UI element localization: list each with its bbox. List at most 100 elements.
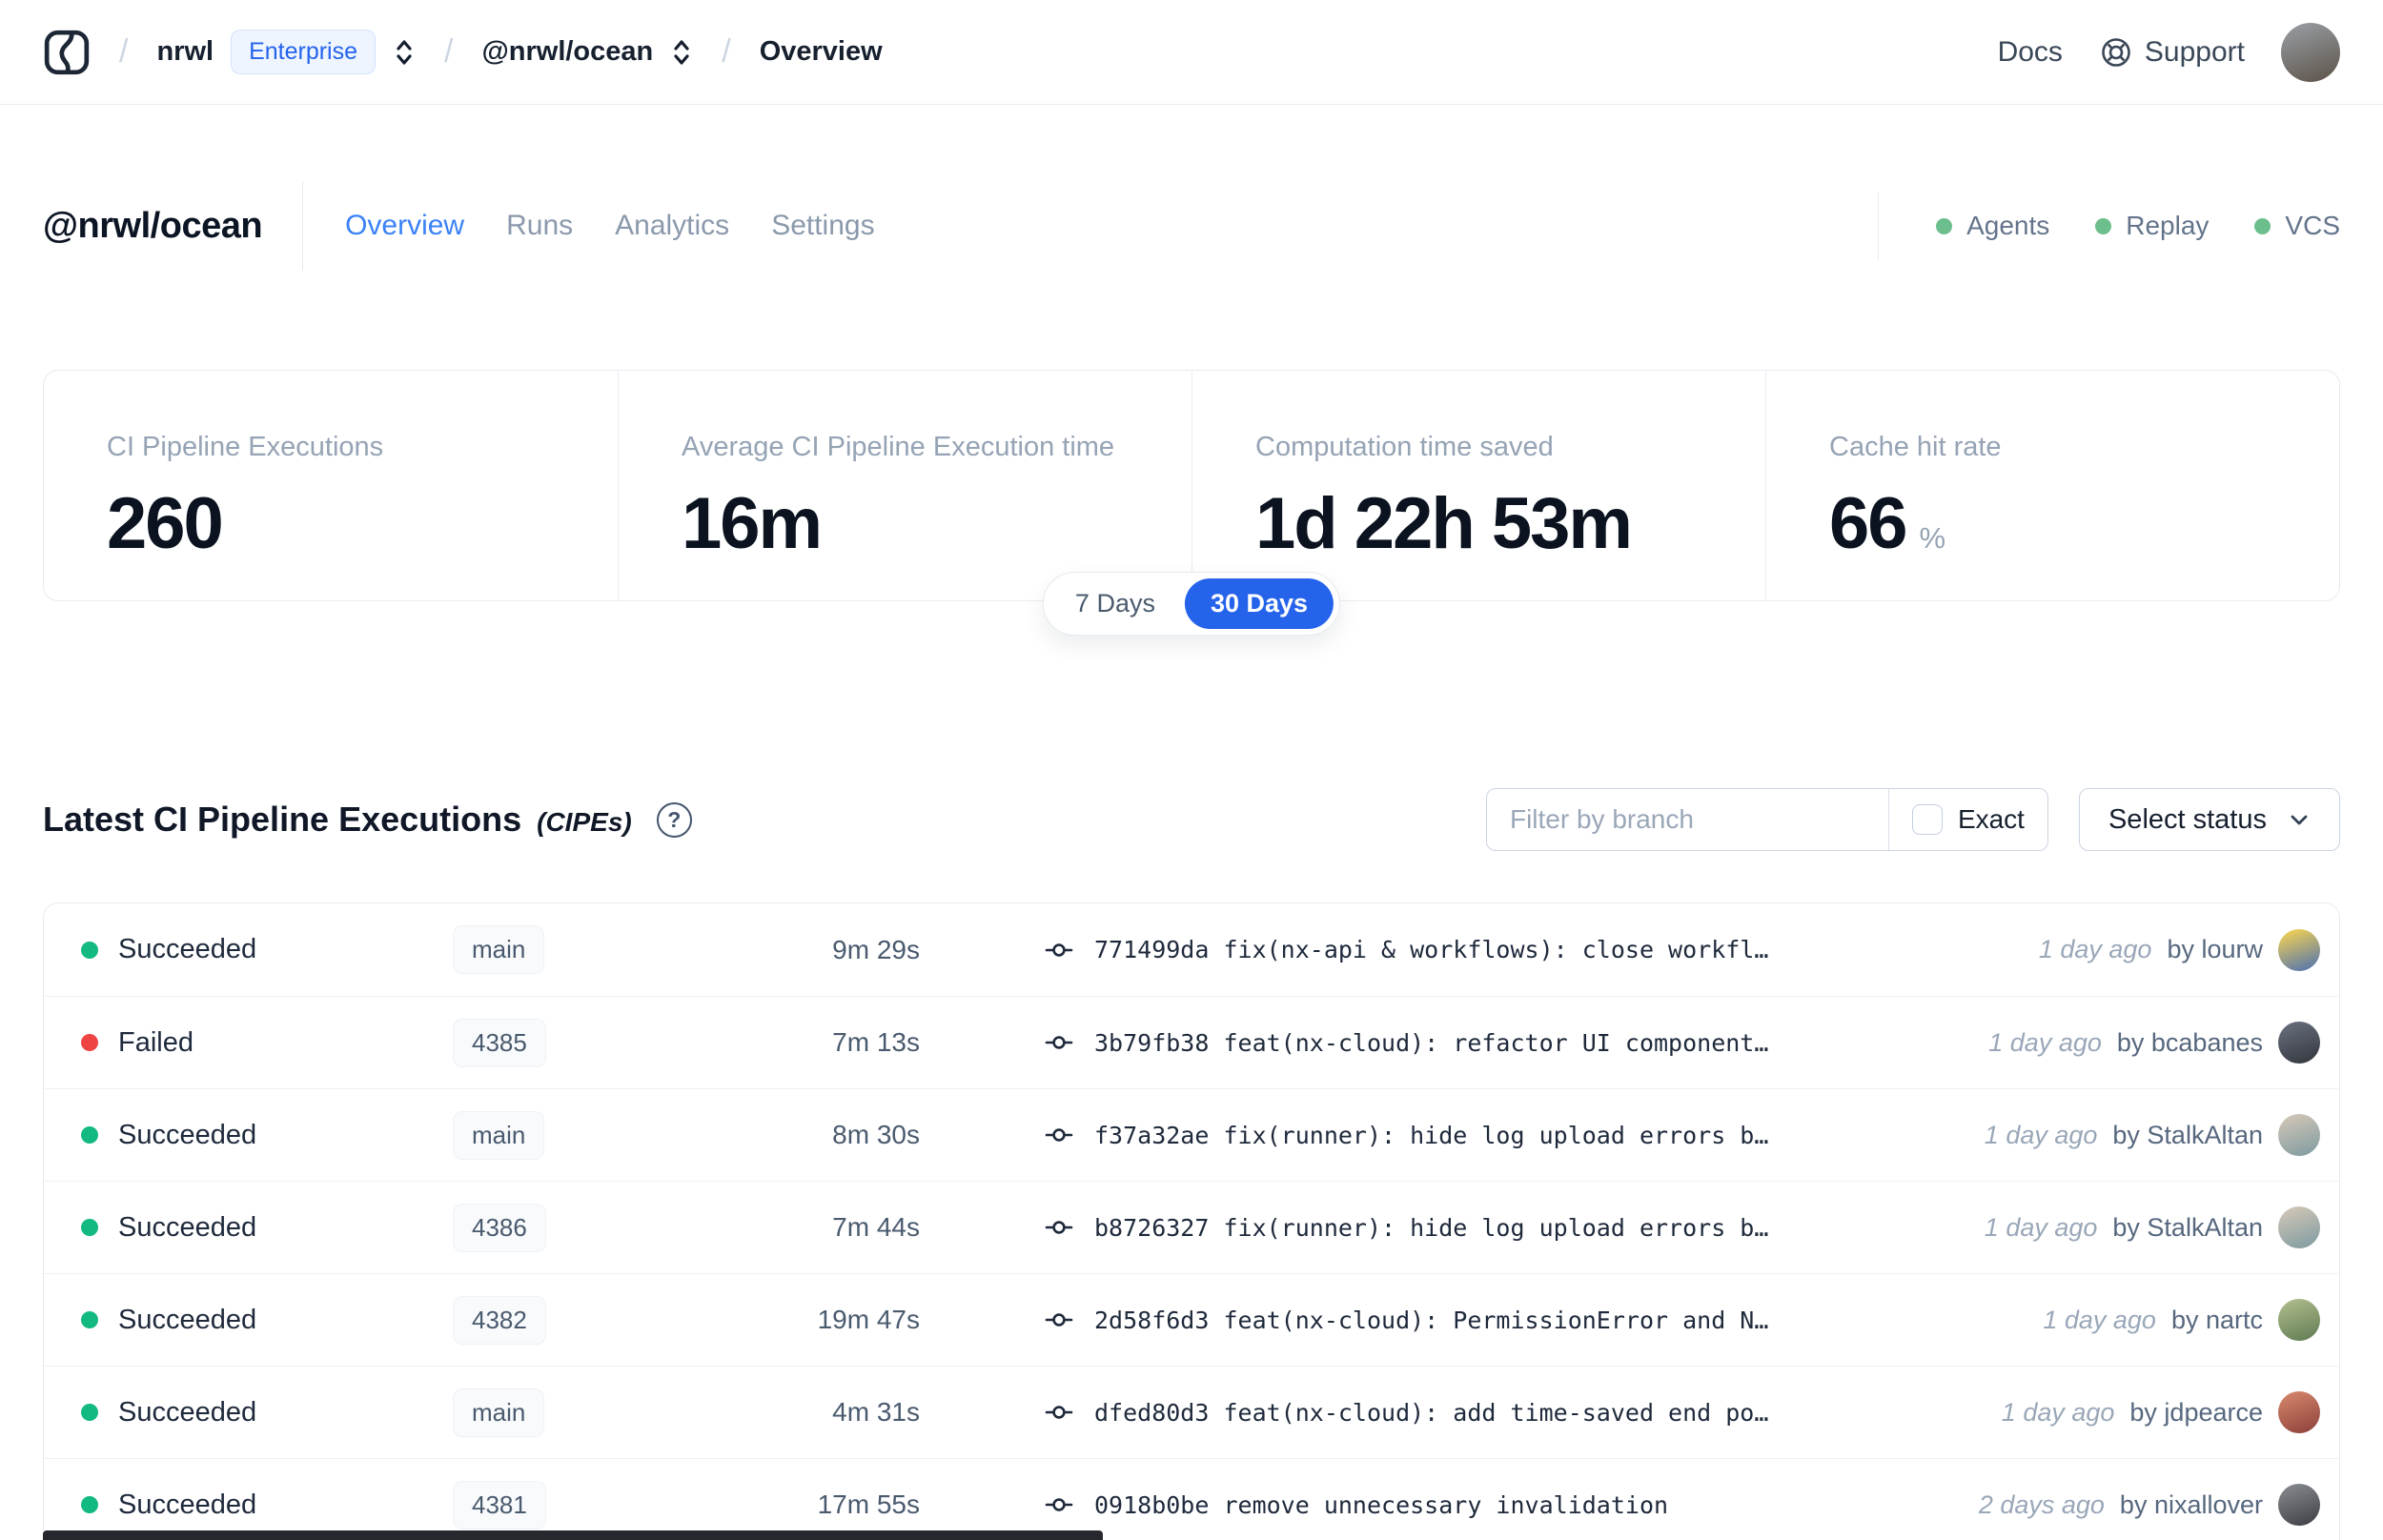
status-cell: Succeeded xyxy=(81,1489,453,1521)
support-link[interactable]: Support xyxy=(2099,35,2245,70)
enterprise-badge[interactable]: Enterprise xyxy=(231,30,377,74)
git-commit-icon xyxy=(1044,1027,1074,1058)
cipe-row[interactable]: Succeeded main 8m 30s f37a32ae fix(runner):… xyxy=(44,1088,2339,1181)
divider xyxy=(302,181,304,271)
breadcrumb-separator: / xyxy=(722,33,731,70)
git-commit-icon xyxy=(1044,1305,1074,1335)
status-cell: Succeeded xyxy=(81,1397,453,1429)
nx-cloud-overview-page: / nrwl Enterprise / @nrwl/ocean / Overvi… xyxy=(0,0,2383,1540)
commit-cell: f37a32ae fix(runner): hide log upload er… xyxy=(1044,1120,1985,1150)
stat-card-value: 16m xyxy=(682,482,1192,565)
breadcrumb-separator: / xyxy=(444,33,454,70)
meta-cell: 1 day ago by lourw xyxy=(2038,928,2320,971)
org-switcher-chevron-icon[interactable] xyxy=(393,37,416,68)
author-label: by lourw xyxy=(2167,935,2263,963)
time-ago-label: 1 day ago xyxy=(1988,1027,2102,1057)
status-label: Succeeded xyxy=(118,1489,257,1520)
status-indicators: Agents Replay VCS xyxy=(1936,211,2340,241)
duration-label: 19m 47s xyxy=(817,1305,920,1334)
commit-cell: 771499da fix(nx-api & workflows): close … xyxy=(1044,935,2039,965)
status-indicator-agents[interactable]: Agents xyxy=(1936,211,2049,241)
author-avatar xyxy=(2278,928,2320,971)
duration-label: 7m 13s xyxy=(832,1027,920,1057)
stat-card-suffix: % xyxy=(1919,521,1946,555)
top-navigation-bar: / nrwl Enterprise / @nrwl/ocean / Overvi… xyxy=(0,0,2383,105)
stat-card-number: 16m xyxy=(682,483,823,564)
commit-message: f37a32ae fix(runner): hide log upload er… xyxy=(1094,1121,1769,1149)
commit-cell: dfed80d3 feat(nx-cloud): add time-saved … xyxy=(1044,1397,2002,1428)
exact-match-control: Exact xyxy=(1889,789,2047,850)
app-logo-icon[interactable] xyxy=(43,29,91,76)
commit-message: 0918b0be remove unnecessary invalidation xyxy=(1094,1490,1669,1519)
cipe-row[interactable]: Succeeded 4382 19m 47s 2d58f6d3 feat(nx-clo… xyxy=(44,1273,2339,1366)
range-7-days[interactable]: 7 Days xyxy=(1049,578,1181,629)
workspace-switcher-chevron-icon[interactable] xyxy=(670,37,693,68)
stat-card-value: 66% xyxy=(1829,482,2339,565)
stat-card: Average CI Pipeline Execution time 16m xyxy=(618,371,1192,600)
cipe-row[interactable]: Failed 4385 7m 13s 3b79fb38 feat(nx-cloud):… xyxy=(44,996,2339,1088)
branch-cell: 4382 xyxy=(453,1295,710,1345)
cipe-row[interactable]: Succeeded main 4m 31s dfed80d3 feat(nx-clou… xyxy=(44,1366,2339,1458)
time-ago-label: 1 day ago xyxy=(2038,935,2152,963)
git-commit-icon xyxy=(1044,935,1074,965)
cipes-subtitle: (CIPEs) xyxy=(537,807,632,837)
branch-cell: 4385 xyxy=(453,1018,710,1067)
cipes-controls: Exact Select status xyxy=(1485,788,2340,851)
cipes-title-text: Latest CI Pipeline Executions xyxy=(43,800,522,839)
commit-message: 771499da fix(nx-api & workflows): close … xyxy=(1094,936,1769,963)
cipe-row[interactable]: Succeeded main 9m 29s 771499da fix(nx-api &… xyxy=(44,903,2339,996)
branch-badge: main xyxy=(453,1110,545,1160)
select-status-dropdown[interactable]: Select status xyxy=(2078,788,2340,851)
branch-badge: main xyxy=(453,925,545,974)
status-indicator-replay[interactable]: Replay xyxy=(2095,211,2209,241)
cipes-header: Latest CI Pipeline Executions (CIPEs) ? … xyxy=(43,788,2340,851)
author-label: by jdpearce xyxy=(2129,1397,2263,1427)
author-avatar xyxy=(2278,1484,2320,1526)
status-dot-icon xyxy=(81,1311,98,1328)
cipe-row[interactable]: Succeeded 4381 17m 55s 0918b0be remove unne… xyxy=(44,1458,2339,1540)
status-dot-icon xyxy=(81,1219,98,1236)
topbar-actions: Docs Support xyxy=(1998,22,2340,82)
stat-card: Computation time saved 1d 22h 53m xyxy=(1192,371,1765,600)
range-30-days[interactable]: 30 Days xyxy=(1184,578,1334,629)
help-icon[interactable]: ? xyxy=(656,801,692,838)
tab-analytics[interactable]: Analytics xyxy=(615,210,729,242)
stat-card-label: Computation time saved xyxy=(1255,432,1554,462)
status-dot-icon xyxy=(81,1496,98,1513)
status-label: Succeeded xyxy=(118,1211,257,1243)
branch-cell: 4386 xyxy=(453,1203,710,1252)
tab-runs[interactable]: Runs xyxy=(506,210,573,242)
git-commit-icon xyxy=(1044,1212,1074,1243)
status-label: Failed xyxy=(118,1026,193,1058)
workspace-header: @nrwl/ocean Overview Runs Analytics Setting… xyxy=(0,181,2383,271)
time-ago-label: 2 days ago xyxy=(1978,1489,2105,1519)
user-avatar[interactable] xyxy=(2281,22,2340,82)
branch-cell: main xyxy=(453,925,710,974)
tab-settings[interactable]: Settings xyxy=(771,210,874,242)
time-ago-label: 1 day ago xyxy=(2001,1397,2115,1427)
support-label: Support xyxy=(2144,35,2245,68)
stat-card: Cache hit rate 66% xyxy=(1765,371,2339,600)
commit-cell: 3b79fb38 feat(nx-cloud): refactor UI com… xyxy=(1044,1027,1988,1058)
life-ring-icon xyxy=(2102,37,2130,67)
branch-badge: main xyxy=(453,1388,545,1437)
stat-card-label: CI Pipeline Executions xyxy=(107,432,384,462)
stat-card-number: 66 xyxy=(1829,483,1908,564)
branch-filter-input[interactable] xyxy=(1486,789,1888,850)
stat-card-label: Average CI Pipeline Execution time xyxy=(682,432,1115,462)
status-label: Succeeded xyxy=(118,1304,257,1335)
cipe-row[interactable]: Succeeded 4386 7m 44s b8726327 fix(runner):… xyxy=(44,1181,2339,1273)
docs-link[interactable]: Docs xyxy=(1998,36,2063,69)
status-dot-icon xyxy=(81,1034,98,1051)
commit-message: 2d58f6d3 feat(nx-cloud): PermissionError… xyxy=(1094,1306,1769,1334)
breadcrumb-org[interactable]: nrwl xyxy=(156,36,214,68)
breadcrumb-workspace[interactable]: @nrwl/ocean xyxy=(481,36,653,68)
stat-card-number: 260 xyxy=(107,483,224,564)
tab-overview[interactable]: Overview xyxy=(345,210,464,242)
status-cell: Failed xyxy=(81,1027,453,1059)
exact-checkbox[interactable] xyxy=(1911,804,1943,835)
status-indicator-vcs[interactable]: VCS xyxy=(2254,211,2340,241)
author-avatar xyxy=(2278,1391,2320,1433)
stat-card-value: 1d 22h 53m xyxy=(1255,482,1765,565)
author-label: by nixallover xyxy=(2119,1489,2263,1519)
